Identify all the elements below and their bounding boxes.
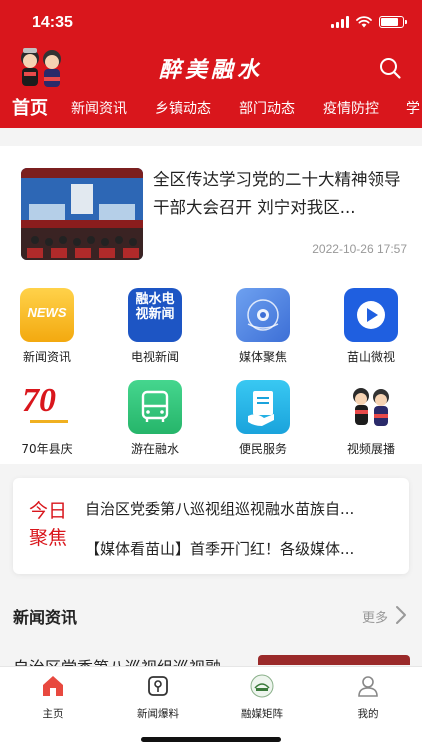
focus-item[interactable]: 【媒体看苗山】首季开门红！各级媒体... bbox=[85, 538, 395, 559]
grid-label: 苗山微视 bbox=[346, 350, 395, 364]
grid-item-travel[interactable]: 游在融水 bbox=[105, 380, 205, 457]
home-icon bbox=[43, 676, 63, 696]
grid-label: 媒体聚焦 bbox=[238, 350, 287, 364]
grid-item-70th-anniversary[interactable]: 70 70年县庆 bbox=[0, 380, 97, 457]
tab-label: 主页 bbox=[42, 708, 64, 720]
tab-epidemic[interactable]: 疫情防控 bbox=[323, 96, 379, 122]
home-indicator bbox=[141, 737, 281, 742]
nav-tabs: 首页 新闻资讯 乡镇动态 部门动态 疫情防控 学 bbox=[0, 96, 422, 126]
tv-news-icon-text: 融水电视新闻 bbox=[135, 292, 175, 322]
headline-title: 全区传达学习党的二十大精神领导干部大会召开 刘宁对我区... bbox=[153, 170, 401, 217]
tab-label: 我的 bbox=[357, 708, 379, 720]
tab-news[interactable]: 新闻资讯 bbox=[71, 96, 127, 122]
tab-study[interactable]: 学 bbox=[406, 96, 420, 122]
tab-home[interactable]: 首页 bbox=[12, 96, 48, 122]
grid-item-miaoshan-video[interactable]: 苗山微视 bbox=[321, 288, 421, 365]
news-icon: NEWS bbox=[20, 288, 74, 342]
bus-icon bbox=[128, 380, 182, 434]
grid-item-services[interactable]: 便民服务 bbox=[213, 380, 313, 457]
headline-card[interactable]: 全区传达学习党的二十大精神领导干部大会召开 刘宁对我区... 2022-10-2… bbox=[0, 146, 422, 274]
status-bar: 14:35 bbox=[0, 0, 422, 44]
anniversary-70-text: 70 bbox=[22, 382, 56, 419]
grid-label: 视频展播 bbox=[346, 442, 395, 456]
tab-mine[interactable]: 我的 bbox=[328, 673, 408, 721]
tv-news-icon: 融水电视新闻 bbox=[128, 288, 182, 342]
news-section: 新闻资讯 更多 自治区党委第八巡视组巡视融 bbox=[0, 590, 422, 677]
tab-departments[interactable]: 部门动态 bbox=[239, 96, 295, 122]
signal-icon bbox=[331, 16, 349, 28]
grid-label: 新闻资讯 bbox=[22, 350, 71, 364]
feature-grid: NEWS 新闻资讯 融水电视新闻 电视新闻 媒体聚焦 苗山微视 70 70年县庆… bbox=[0, 274, 422, 464]
grid-label: 70年县庆 bbox=[21, 442, 73, 456]
service-icon bbox=[236, 380, 290, 434]
focus-item[interactable]: 自治区党委第八巡视组巡视融水苗族自... bbox=[85, 498, 395, 519]
app-title: 醉美融水 bbox=[158, 57, 263, 83]
tab-label: 融媒矩阵 bbox=[241, 708, 283, 720]
app-header: 14:35 醉美融水 首页 新闻资讯 乡镇动态 部门动态 疫情防控 学 bbox=[0, 0, 422, 128]
status-icons bbox=[331, 16, 407, 28]
grid-label: 电视新闻 bbox=[130, 350, 179, 364]
tab-media-matrix[interactable]: 融媒矩阵 bbox=[222, 673, 302, 721]
grid-item-news[interactable]: NEWS 新闻资讯 bbox=[0, 288, 97, 365]
tab-label: 新闻爆料 bbox=[137, 708, 179, 720]
today-focus-tag: 今日聚焦 bbox=[28, 500, 67, 549]
media-matrix-icon bbox=[250, 674, 274, 698]
mascot-video-icon bbox=[344, 380, 398, 434]
grid-label: 便民服务 bbox=[238, 442, 287, 456]
wifi-icon bbox=[356, 16, 372, 28]
grid-item-video-showcase[interactable]: 视频展播 bbox=[321, 380, 421, 457]
news-list-item-thumbnail bbox=[258, 655, 410, 665]
grid-label: 游在融水 bbox=[130, 442, 179, 456]
play-icon bbox=[344, 288, 398, 342]
chevron-right-icon[interactable] bbox=[394, 604, 408, 626]
tab-main[interactable]: 主页 bbox=[13, 673, 93, 721]
anniversary-70-icon: 70 bbox=[20, 380, 74, 434]
battery-icon bbox=[379, 16, 407, 28]
grid-item-media-focus[interactable]: 媒体聚焦 bbox=[213, 288, 313, 365]
media-focus-icon bbox=[236, 288, 290, 342]
headline-time: 2022-10-26 17:57 bbox=[312, 242, 407, 256]
status-time: 14:35 bbox=[32, 14, 73, 31]
news-tip-icon bbox=[148, 676, 168, 696]
more-link[interactable]: 更多 bbox=[362, 607, 388, 626]
headline-thumbnail bbox=[21, 168, 143, 260]
tab-news-tip[interactable]: 新闻爆料 bbox=[118, 673, 198, 721]
grid-item-tv-news[interactable]: 融水电视新闻 电视新闻 bbox=[105, 288, 205, 365]
news-icon-text: NEWS bbox=[27, 305, 67, 320]
tab-towns[interactable]: 乡镇动态 bbox=[155, 96, 211, 122]
news-section-title: 新闻资讯 bbox=[13, 608, 78, 627]
search-icon[interactable] bbox=[378, 56, 402, 80]
today-focus-card: 今日聚焦 自治区党委第八巡视组巡视融水苗族自... 【媒体看苗山】首季开门红！各… bbox=[13, 478, 409, 574]
user-icon bbox=[358, 676, 378, 697]
